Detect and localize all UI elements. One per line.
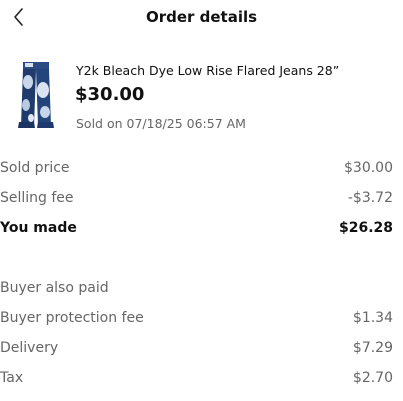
top-bar: Order details bbox=[0, 0, 403, 38]
tax-label: Tax bbox=[0, 370, 24, 386]
tax-row: Tax $2.70 bbox=[0, 370, 393, 390]
product-price: $30.00 bbox=[75, 84, 145, 105]
buyer-protection-fee-value: $1.34 bbox=[352, 310, 393, 326]
selling-fee-value: -$3.72 bbox=[347, 190, 393, 206]
buyer-protection-fee-row: Buyer protection fee $1.34 bbox=[0, 310, 393, 330]
tax-value: $2.70 bbox=[352, 370, 393, 386]
delivery-value: $7.29 bbox=[352, 340, 393, 356]
sold-date: Sold on 07/18/25 06:57 AM bbox=[76, 116, 246, 131]
buyer-protection-fee-label: Buyer protection fee bbox=[0, 310, 144, 326]
buyer-paid-heading: Buyer also paid bbox=[0, 280, 109, 296]
selling-fee-label: Selling fee bbox=[0, 190, 74, 206]
sold-price-value: $30.00 bbox=[344, 160, 393, 176]
page-title: Order details bbox=[145, 8, 258, 26]
sold-price-label: Sold price bbox=[0, 160, 70, 176]
you-made-value: $26.28 bbox=[338, 220, 393, 236]
you-made-label: You made bbox=[0, 220, 77, 236]
product-summary[interactable]: Y2k Bleach Dye Low Rise Flared Jeans 28”… bbox=[0, 60, 403, 135]
selling-fee-row: Selling fee -$3.72 bbox=[0, 190, 393, 210]
buyer-paid-heading-row: Buyer also paid bbox=[0, 280, 393, 300]
product-name[interactable]: Y2k Bleach Dye Low Rise Flared Jeans 28” bbox=[76, 63, 339, 78]
product-thumbnail[interactable] bbox=[17, 60, 55, 130]
delivery-label: Delivery bbox=[0, 340, 59, 356]
you-made-row: You made $26.28 bbox=[0, 220, 393, 240]
sold-price-row: Sold price $30.00 bbox=[0, 160, 393, 180]
delivery-row: Delivery $7.29 bbox=[0, 340, 393, 360]
